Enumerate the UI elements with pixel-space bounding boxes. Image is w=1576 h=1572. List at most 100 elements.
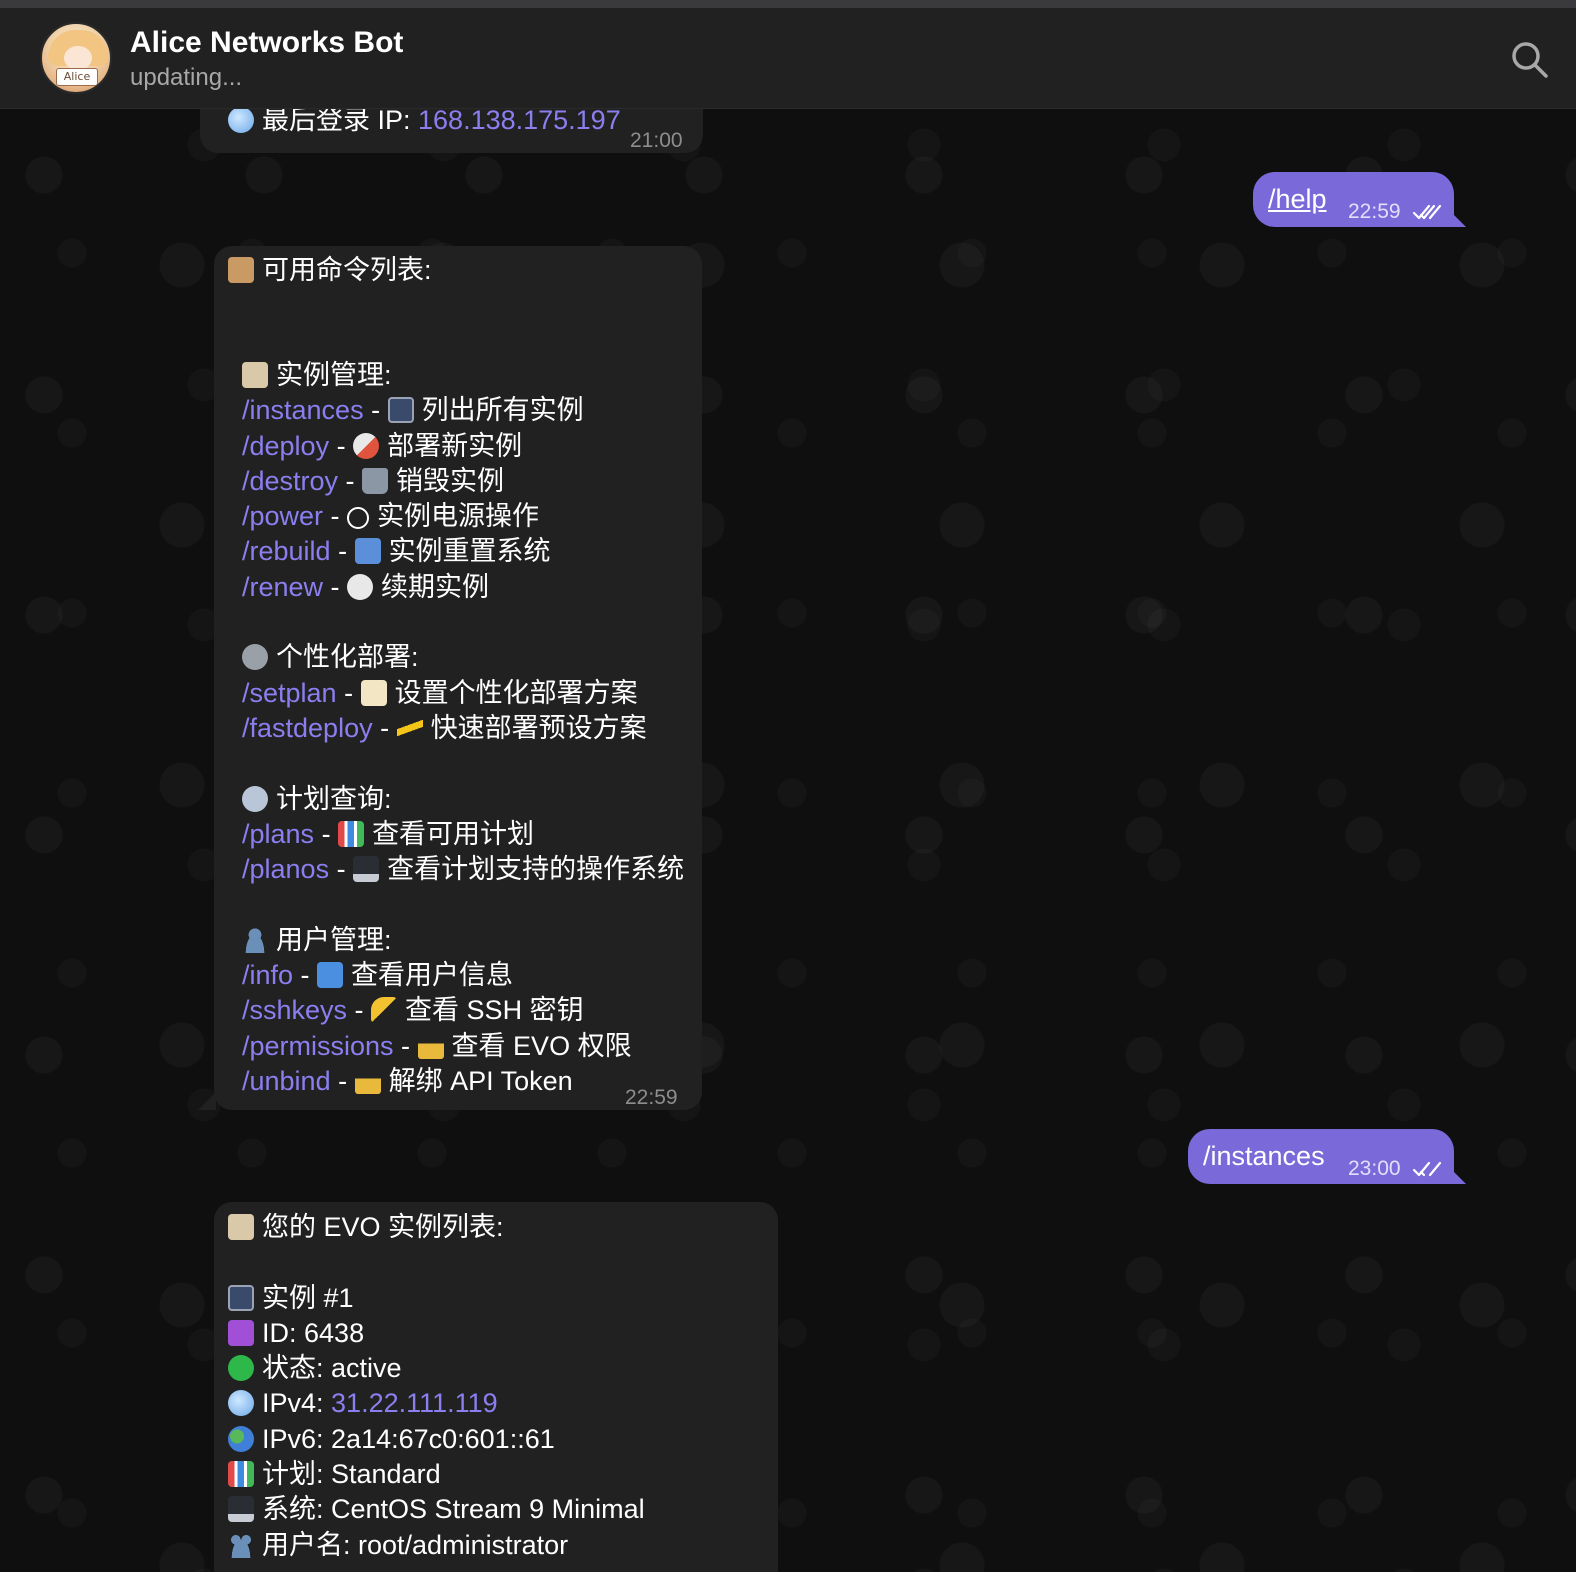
bubble-tail — [1448, 209, 1466, 227]
message-list[interactable]: 最后登录 IP: 168.138.175.197 21:00 /help 22:… — [0, 109, 1576, 1572]
instance-plan-row: 计划: Standard — [228, 1457, 645, 1492]
instance-status-value: active — [331, 1353, 402, 1384]
command-link[interactable]: /power — [242, 501, 323, 531]
chat-status: updating... — [130, 64, 243, 91]
instance-ipv4-link[interactable]: 31.22.111.119 — [331, 1388, 498, 1418]
refresh-icon — [354, 538, 381, 565]
command-row: /setplan - 设置个性化部署方案 — [242, 677, 638, 708]
instance-plan-value: Standard — [331, 1459, 441, 1490]
bubble-tail — [198, 1092, 216, 1110]
section-heading: 用户管理: — [242, 923, 684, 958]
message-time: 22:59 — [1348, 200, 1401, 223]
clipboard-icon — [228, 1214, 254, 1240]
gear-icon — [242, 644, 268, 671]
instance-id-row: ID: 6438 — [228, 1316, 645, 1351]
chat-title[interactable]: Alice Networks Bot — [130, 26, 403, 60]
bot-avatar[interactable]: Alice — [40, 22, 112, 94]
info-icon — [317, 962, 344, 989]
outgoing-command-link[interactable]: /help — [1268, 184, 1327, 215]
command-description: 查看用户信息 — [351, 960, 514, 991]
double-check-icon — [1412, 1161, 1442, 1177]
command-link[interactable]: /instances — [242, 395, 364, 425]
last-login-ip-link[interactable]: 168.138.175.197 — [418, 109, 621, 135]
message-time: 23:00 — [1348, 1157, 1401, 1180]
users-icon — [228, 1531, 254, 1558]
command-row: /destroy - 销毁实例 — [242, 465, 505, 496]
laptop-icon — [353, 856, 380, 883]
lightning-icon — [396, 714, 423, 741]
section-heading: 实例管理: — [242, 358, 684, 393]
command-link[interactable]: /planos — [242, 854, 329, 884]
command-description: 列出所有实例 — [421, 395, 584, 426]
rocket-icon — [353, 432, 380, 459]
command-link[interactable]: /permissions — [242, 1031, 394, 1061]
command-row: /info - 查看用户信息 — [242, 960, 514, 991]
command-description: 解绑 API Token — [388, 1065, 573, 1096]
command-description: 快速部署预设方案 — [430, 712, 647, 743]
message-time: 22:59 — [625, 1086, 678, 1109]
command-description: 查看 EVO 权限 — [451, 1030, 632, 1061]
laptop-icon — [228, 1496, 254, 1523]
scroll-icon — [228, 257, 254, 283]
message-instance-list[interactable]: 您的 EVO 实例列表: 实例 #1 ID: 6438 状态: active I… — [214, 1202, 778, 1572]
instance-list-title: 您的 EVO 实例列表: — [262, 1212, 504, 1242]
command-row: /power - 实例电源操作 — [242, 501, 540, 532]
desktop-computer-icon — [387, 397, 414, 424]
instance-os-row: 系统: CentOS Stream 9 Minimal — [228, 1492, 645, 1527]
instance-header-row: 实例 #1 — [228, 1281, 645, 1316]
section-heading: 计划查询: — [242, 782, 684, 817]
message-outgoing-instances[interactable]: /instances 23:00 — [1188, 1129, 1454, 1184]
magnifier-icon — [242, 785, 268, 812]
command-row: /plans - 查看可用计划 — [242, 818, 535, 849]
lock-icon — [417, 1032, 444, 1059]
command-description: 查看计划支持的操作系统 — [387, 854, 685, 885]
bar-chart-icon — [228, 1461, 254, 1488]
earth-globe-icon — [228, 1425, 254, 1452]
command-row: /permissions - 查看 EVO 权限 — [242, 1030, 632, 1061]
command-link[interactable]: /info — [242, 960, 293, 990]
command-link[interactable]: /setplan — [242, 678, 337, 708]
power-icon — [347, 507, 370, 530]
command-link[interactable]: /renew — [242, 572, 323, 602]
command-link[interactable]: /unbind — [242, 1066, 331, 1096]
globe-icon — [228, 109, 254, 133]
command-row: /instances - 列出所有实例 — [242, 395, 584, 426]
command-description: 部署新实例 — [387, 430, 523, 461]
search-button[interactable] — [1508, 38, 1552, 82]
clipboard-icon — [242, 362, 268, 388]
command-row: /fastdeploy - 快速部署预设方案 — [242, 712, 647, 743]
command-link[interactable]: /rebuild — [242, 536, 331, 566]
avatar-label: Alice — [56, 68, 98, 86]
command-link[interactable]: /plans — [242, 819, 314, 849]
command-description: 销毁实例 — [396, 465, 505, 496]
chat-header: Alice Alice Networks Bot updating... — [0, 8, 1576, 109]
message-time: 21:00 — [630, 129, 683, 152]
instance-list-title-row: 您的 EVO 实例列表: — [228, 1210, 645, 1245]
command-link[interactable]: /destroy — [242, 466, 338, 496]
search-icon — [1512, 42, 1548, 78]
outgoing-command-link[interactable]: /instances — [1203, 1141, 1325, 1172]
id-badge-icon — [228, 1319, 254, 1346]
instance-user-value: root/administrator — [358, 1529, 569, 1560]
avatar-face — [64, 46, 92, 70]
bar-chart-icon — [338, 820, 365, 847]
command-link[interactable]: /deploy — [242, 431, 329, 461]
desktop-computer-icon — [228, 1284, 254, 1311]
message-last-login[interactable]: 最后登录 IP: 168.138.175.197 21:00 — [200, 109, 703, 153]
command-description: 实例电源操作 — [377, 501, 540, 532]
message-outgoing-help[interactable]: /help 22:59 — [1253, 172, 1454, 227]
command-link[interactable]: /fastdeploy — [242, 713, 373, 743]
command-row: /deploy - 部署新实例 — [242, 430, 523, 461]
command-list-title: 可用命令列表: — [262, 255, 432, 285]
instance-name: 实例 #1 — [262, 1282, 354, 1313]
user-icon — [242, 926, 268, 953]
bubble-tail — [1448, 1166, 1466, 1184]
command-link[interactable]: /sshkeys — [242, 995, 347, 1025]
command-list-title-row: 可用命令列表: — [228, 253, 432, 288]
command-description: 查看可用计划 — [372, 818, 535, 849]
key-icon — [371, 997, 398, 1024]
message-command-list[interactable]: 可用命令列表: 实例管理: /instances - 列出所有实例 /deplo… — [214, 246, 702, 1110]
instance-user-row: 用户名: root/administrator — [228, 1528, 645, 1563]
instance-os-value: CentOS Stream 9 Minimal — [331, 1494, 645, 1525]
command-row: /rebuild - 实例重置系统 — [242, 536, 551, 567]
